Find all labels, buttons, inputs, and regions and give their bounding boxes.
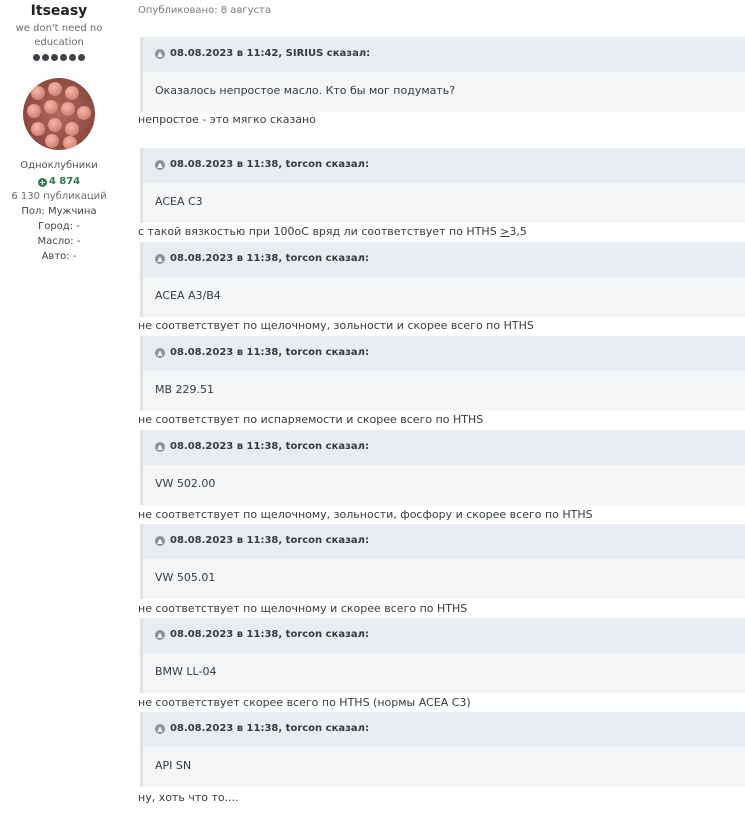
reply-text: не соответствует по щелочному, зольности… (138, 319, 534, 332)
author-title: we don't need no education (15, 23, 103, 48)
quote-body: VW 502.00 (155, 477, 216, 490)
rank-pip-icon (42, 54, 49, 61)
quote-header[interactable]: ▲ 08.08.2023 в 11:38, torcon сказал: (143, 712, 745, 747)
quote-body: BMW LL-04 (155, 665, 217, 678)
chevron-up-icon[interactable]: ▲ (155, 49, 165, 59)
reply-text: не соответствует по испаряемости и скоре… (138, 413, 484, 426)
quote-block: ▲ 08.08.2023 в 11:38, torcon сказал: MB 2… (140, 336, 745, 411)
quote-block: ▲ 08.08.2023 в 11:38, torcon сказал: API … (140, 712, 745, 787)
avatar[interactable] (23, 78, 95, 150)
profile-field-city: Город: - (38, 221, 80, 232)
rank-pip-icon (60, 54, 67, 61)
quote-block: ▲ 08.08.2023 в 11:38, torcon сказал: BMW … (140, 618, 745, 693)
chevron-up-icon[interactable]: ▲ (155, 630, 165, 640)
quote-header[interactable]: ▲ 08.08.2023 в 11:38, torcon сказал: (143, 148, 745, 183)
published-date[interactable]: Опубликовано: 8 августа (138, 4, 271, 18)
quote-body: API SN (155, 759, 192, 772)
quote-header[interactable]: ▲ 08.08.2023 в 11:38, torcon сказал: (143, 524, 745, 559)
reputation-value: 4 874 (48, 176, 81, 187)
quote-header[interactable]: ▲ 08.08.2023 в 11:38, torcon сказал: (143, 242, 745, 277)
quote-body: Оказалось непростое масло. Кто бы мог по… (155, 84, 456, 97)
chevron-up-icon[interactable]: ▲ (155, 724, 165, 734)
reply-text: ну, хоть что то.... (138, 791, 239, 804)
profile-field-oil: Масло: - (37, 236, 81, 247)
quote-header[interactable]: ▲ 08.08.2023 в 11:38, torcon сказал: (143, 430, 745, 465)
profile-field-car: Авто: - (41, 251, 77, 262)
author-name[interactable]: Itseasy (0, 2, 118, 20)
rank-pip-icon (78, 54, 85, 61)
chevron-up-icon[interactable]: ▲ (155, 160, 165, 170)
chevron-up-icon[interactable]: ▲ (155, 254, 165, 264)
plus-icon: + (37, 178, 47, 187)
chevron-up-icon[interactable]: ▲ (155, 536, 165, 546)
quote-body: ACEA A3/B4 (155, 289, 221, 302)
author-group: Одноклубники (20, 160, 98, 171)
chevron-up-icon[interactable]: ▲ (155, 348, 165, 358)
quote-block: ▲ 08.08.2023 в 11:38, torcon сказал: VW 5… (140, 524, 745, 599)
quote-block: ▲ 08.08.2023 в 11:42, SIRIUS сказал: Оказ… (140, 37, 745, 112)
quote-header[interactable]: ▲ 08.08.2023 в 11:38, torcon сказал: (143, 618, 745, 653)
chevron-up-icon[interactable]: ▲ (155, 442, 165, 452)
quote-block: ▲ 08.08.2023 в 11:38, torcon сказал: VW 5… (140, 430, 745, 505)
rank-pip-icon (33, 54, 40, 61)
reply-text: непростое - это мягко сказано (138, 113, 316, 126)
quote-body: ACEA C3 (155, 195, 203, 208)
reputation-badge[interactable]: +4 874 (0, 175, 118, 189)
profile-field-gender: Пол: Мужчина (21, 206, 97, 217)
quote-body: MB 229.51 (155, 383, 215, 396)
quote-header[interactable]: ▲ 08.08.2023 в 11:38, torcon сказал: (143, 336, 745, 371)
reply-text: не соответствует по щелочному и скорее в… (138, 602, 468, 615)
quote-block: ▲ 08.08.2023 в 11:38, torcon сказал: ACEA… (140, 148, 745, 223)
rank-pips (0, 54, 118, 62)
post-count: 6 130 публикаций (11, 191, 107, 202)
quote-block: ▲ 08.08.2023 в 11:38, torcon сказал: ACEA… (140, 242, 745, 317)
reply-text: не соответствует по щелочному, зольности… (138, 508, 593, 521)
quote-body: VW 505.01 (155, 571, 216, 584)
rank-pip-icon (69, 54, 76, 61)
quote-header[interactable]: ▲ 08.08.2023 в 11:42, SIRIUS сказал: (143, 37, 745, 72)
rank-pip-icon (51, 54, 58, 61)
author-panel: Itseasy we don't need no education Однок… (0, 0, 118, 264)
reply-text: с такой вязкостью при 100оС вряд ли соот… (138, 225, 527, 238)
reply-text: не соответствует скорее всего по HTHS (н… (138, 696, 471, 709)
